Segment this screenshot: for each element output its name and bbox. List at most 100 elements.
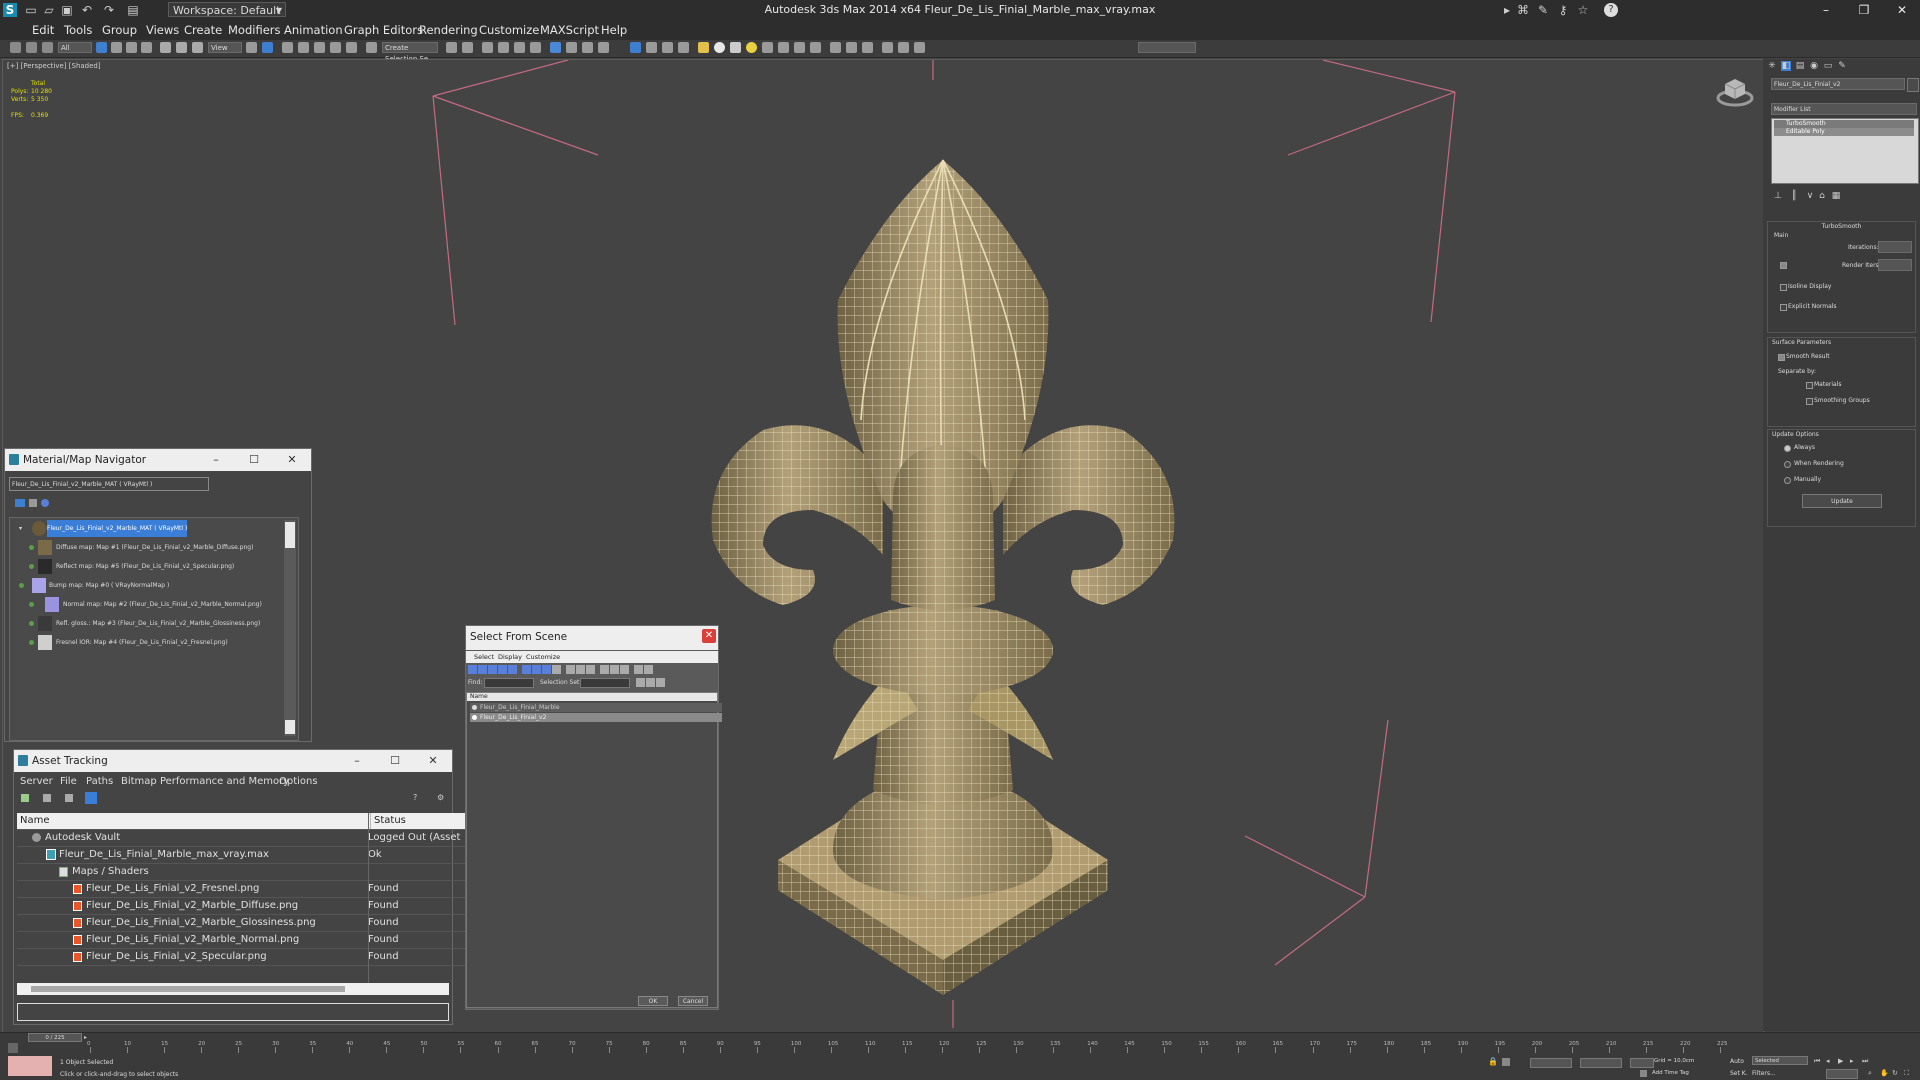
- refresh-icon[interactable]: [43, 794, 51, 802]
- utilities-tab-icon[interactable]: ✎: [1837, 61, 1847, 71]
- make-unique-icon[interactable]: ∨: [1805, 191, 1815, 201]
- material-tree-item-gloss[interactable]: Refl. gloss.: Map #3 (Fleur_De_Lis_Finia…: [15, 615, 260, 632]
- selection-filter-dropdown[interactable]: All: [58, 42, 92, 53]
- maximize-viewport-icon[interactable]: ⛶: [1904, 1069, 1912, 1077]
- modifier-list-dropdown[interactable]: Modifier List: [1771, 103, 1917, 115]
- vray-proxy-icon[interactable]: [778, 42, 789, 53]
- auto-key-button[interactable]: Auto: [1730, 1058, 1744, 1065]
- toolbar-extra-dropdown[interactable]: [1138, 42, 1196, 53]
- rotate-icon[interactable]: [176, 42, 187, 53]
- object-name-field[interactable]: Fleur_De_Lis_Finial_v2: [1771, 78, 1905, 90]
- table-row[interactable]: Fleur_De_Lis_Finial_v2_Marble_Glossiness…: [17, 915, 469, 932]
- select-manipulate-icon[interactable]: [262, 42, 273, 53]
- manually-radio[interactable]: [1784, 477, 1791, 484]
- orbit-icon[interactable]: ↻: [1892, 1069, 1900, 1077]
- keyboard-shortcut-icon[interactable]: [282, 42, 293, 53]
- grid-view-icon[interactable]: [65, 794, 73, 802]
- tree-scrollbar[interactable]: [284, 520, 296, 736]
- tree-scrollbar-thumb[interactable]: [285, 522, 295, 548]
- add-time-tag-label[interactable]: Add Time Tag: [1652, 1070, 1689, 1076]
- material-navigator-maximize-icon[interactable]: ☐: [245, 452, 263, 468]
- explicit-normals-checkbox[interactable]: [1780, 304, 1787, 311]
- pivot-icon[interactable]: [246, 42, 257, 53]
- timeline[interactable]: 0 / 225 ▸ 0 10 15 20 25 30 35 40 45 50 55 60 65 70 75 8…: [0, 1032, 1920, 1055]
- material-tree-item-normal[interactable]: Normal map: Map #2 (Fleur_De_Lis_Finial_…: [15, 596, 262, 613]
- link-icon[interactable]: [10, 42, 21, 53]
- menu-group[interactable]: Group: [102, 23, 137, 37]
- select-scene-menu-display[interactable]: Display: [498, 653, 522, 661]
- vray-sphere-icon[interactable]: [714, 42, 725, 53]
- vray-toolbar-icon-5[interactable]: [830, 42, 841, 53]
- menu-animation[interactable]: Animation: [284, 23, 343, 37]
- percent-snap-icon[interactable]: [330, 42, 341, 53]
- absolute-mode-icon[interactable]: [1502, 1058, 1510, 1066]
- asset-menu-paths[interactable]: Paths: [86, 776, 113, 787]
- x-coordinate-field[interactable]: [1530, 1058, 1572, 1068]
- tools-icon[interactable]: ✎: [1536, 3, 1550, 17]
- select-scene-cancel-button[interactable]: Cancel: [678, 996, 708, 1006]
- table-row[interactable]: Fleur_De_Lis_Finial_Marble_max_vray.max …: [17, 847, 469, 864]
- pin-stack-icon[interactable]: ⊥: [1773, 191, 1783, 201]
- vray-plane-icon[interactable]: [794, 42, 805, 53]
- column-header-status[interactable]: Status: [370, 813, 474, 829]
- binoculars-icon[interactable]: ⌘: [1516, 3, 1530, 17]
- always-radio[interactable]: [1784, 445, 1791, 452]
- select-set-icon-2[interactable]: [646, 678, 655, 687]
- previous-frame-icon[interactable]: ◂: [1826, 1057, 1834, 1065]
- fleur-de-lis-finial-model[interactable]: [683, 90, 1203, 1040]
- close-icon[interactable]: ✕: [1888, 2, 1916, 18]
- smooth-result-checkbox[interactable]: [1778, 354, 1785, 361]
- favorites-icon[interactable]: ☆: [1576, 3, 1590, 17]
- list-view-icon[interactable]: [15, 499, 25, 507]
- spinner-snap-icon[interactable]: [346, 42, 357, 53]
- table-view-icon[interactable]: [85, 792, 97, 804]
- filter-helpers-icon[interactable]: [508, 665, 517, 674]
- asset-tracking-titlebar[interactable]: Asset Tracking – ☐ ✕: [14, 750, 452, 772]
- asset-scrollbar-thumb[interactable]: [31, 986, 345, 992]
- vray-sun-icon[interactable]: [746, 42, 757, 53]
- select-by-name-icon[interactable]: [111, 42, 122, 53]
- pan-icon[interactable]: ✋: [1880, 1069, 1889, 1077]
- play-icon[interactable]: ▶: [1838, 1057, 1846, 1065]
- asset-help-icon[interactable]: ?: [413, 794, 421, 802]
- next-frame-icon[interactable]: ▸: [1850, 1057, 1858, 1065]
- table-row[interactable]: Fleur_De_Lis_Finial_v2_Specular.png Foun…: [17, 949, 469, 966]
- layer-explorer-icon[interactable]: [482, 42, 493, 53]
- iterations-spinner[interactable]: [1878, 241, 1912, 253]
- selection-set-dropdown[interactable]: [580, 678, 630, 688]
- go-to-end-icon[interactable]: ⏭: [1862, 1057, 1870, 1065]
- vray-ies-icon[interactable]: [730, 42, 741, 53]
- render-icon[interactable]: [598, 42, 609, 53]
- render-setup-icon[interactable]: [566, 42, 577, 53]
- show-end-result-icon[interactable]: ║: [1789, 191, 1799, 201]
- asset-horizontal-scrollbar[interactable]: [17, 983, 449, 995]
- vray-fur-icon[interactable]: [762, 42, 773, 53]
- menu-customize[interactable]: Customize: [479, 23, 539, 37]
- asset-menu-server[interactable]: Server: [20, 776, 53, 787]
- vray-toolbar-icon-8[interactable]: [882, 42, 893, 53]
- current-frame-field[interactable]: [1826, 1069, 1858, 1079]
- sync-selection-icon[interactable]: [644, 665, 653, 674]
- material-navigator-current-field[interactable]: Fleur_De_Lis_Finial_v2_Marble_MAT ( VRay…: [9, 477, 209, 491]
- window-crossing-icon[interactable]: [141, 42, 152, 53]
- asset-path-field[interactable]: [17, 1003, 449, 1021]
- search-icon[interactable]: ▸: [1500, 3, 1514, 17]
- display-influences-icon[interactable]: [610, 665, 619, 674]
- material-tree-item-bump[interactable]: Bump map: Map #0 ( VRayNormalMap ): [15, 577, 255, 594]
- render-iters-checkbox[interactable]: [1780, 262, 1787, 269]
- select-scene-menu-select[interactable]: Select: [474, 653, 494, 661]
- create-tab-icon[interactable]: ✳: [1767, 61, 1777, 71]
- remove-modifier-icon[interactable]: ⌂: [1817, 191, 1827, 201]
- column-header-name[interactable]: Name: [20, 813, 50, 829]
- asset-menu-file[interactable]: File: [60, 776, 77, 787]
- asset-tracking-maximize-icon[interactable]: ☐: [386, 753, 404, 769]
- materials-checkbox[interactable]: [1806, 382, 1813, 389]
- curve-editor-icon[interactable]: [514, 42, 525, 53]
- bind-space-warp-icon[interactable]: [42, 42, 53, 53]
- select-scene-menu-customize[interactable]: Customize: [526, 653, 560, 661]
- filter-geometry-icon[interactable]: [468, 665, 477, 674]
- small-icons-icon[interactable]: [29, 499, 37, 507]
- filter-shapes-icon[interactable]: [478, 665, 487, 674]
- reference-coordinate-dropdown[interactable]: View: [208, 42, 242, 53]
- asset-tracking-minimize-icon[interactable]: –: [348, 753, 366, 769]
